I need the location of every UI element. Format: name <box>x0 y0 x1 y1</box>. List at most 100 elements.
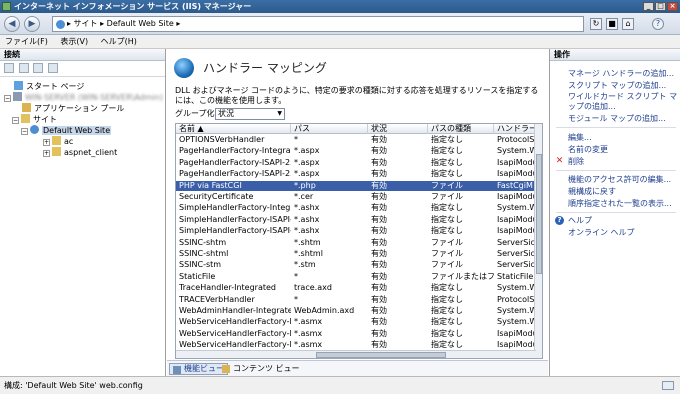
collapse-icon[interactable]: − <box>4 95 11 102</box>
action-revert-parent[interactable]: 親構成に戻す <box>568 187 616 197</box>
cell-name: OPTIONSVerbHandler <box>179 135 265 144</box>
cell-handler: System.W <box>497 203 537 213</box>
menu-help[interactable]: ヘルプ(H) <box>96 35 142 49</box>
action-view-ordered-list[interactable]: 順序指定された一覧の表示... <box>568 199 672 209</box>
action-edit-permissions[interactable]: 機能のアクセス許可の編集... <box>568 175 671 185</box>
action-add-managed-handler[interactable]: マネージ ハンドラーの追加... <box>568 69 674 79</box>
action-add-script-map[interactable]: スクリプト マップの追加... <box>568 81 666 91</box>
stop-icon[interactable]: ■ <box>606 18 618 30</box>
menu-file[interactable]: ファイル(F) <box>0 35 53 49</box>
cell-handler: IsapiModu <box>497 328 537 338</box>
refresh-icon[interactable]: ↻ <box>590 18 602 30</box>
table-row[interactable]: WebServiceHandlerFactory-ISA...*.asmx 有効 指… <box>176 340 537 350</box>
table-row[interactable]: WebServiceHandlerFactory-ISA...*.asmx 有効 指… <box>176 328 537 339</box>
minimize-button[interactable]: _ <box>643 2 654 11</box>
cell-path-type: 指定なし <box>431 294 463 304</box>
action-add-wildcard-map[interactable]: ワイルドカード スクリプト マップの追加... <box>568 92 678 112</box>
cell-name: TraceHandler-Integrated <box>179 283 276 293</box>
cell-name: WebServiceHandlerFactory-ISA... <box>179 328 291 338</box>
col-handler[interactable]: ハンドラー <box>494 124 536 134</box>
table-row[interactable]: SimpleHandlerFactory-Integrated*.ashx 有効 指… <box>176 203 537 213</box>
breadcrumb[interactable]: ▸ サイト ▸ Default Web Site ▸ <box>52 16 584 32</box>
tree-sites[interactable]: − サイト <box>12 114 57 125</box>
save-icon[interactable] <box>18 63 29 73</box>
cell-path-type: 指定なし <box>431 283 463 293</box>
cell-state: 有効 <box>371 157 387 167</box>
table-row[interactable]: PageHandlerFactory-ISAPI-2.0-...*.aspx 有効… <box>176 169 537 179</box>
cell-name: WebServiceHandlerFactory-Inte... <box>179 317 291 327</box>
col-path-type[interactable]: パスの種類 <box>428 124 494 134</box>
tree-app-pools[interactable]: アプリケーション プール <box>22 103 124 114</box>
vertical-scrollbar[interactable] <box>534 124 542 358</box>
table-row[interactable]: SSINC-shtml *.shtml 有効 ファイル ServerSic <box>176 249 536 259</box>
table-row[interactable]: SimpleHandlerFactory-ISAPI-2.0*.ashx 有効 指定… <box>176 214 537 225</box>
forward-button[interactable]: ▶ <box>24 16 40 32</box>
app-pool-icon <box>22 103 31 112</box>
horizontal-scrollbar[interactable] <box>176 350 536 358</box>
help-icon[interactable]: ? <box>652 18 664 30</box>
menu-view[interactable]: 表示(V) <box>55 35 93 49</box>
connections-pane: 接続 スタート ページ − WIN-SERVER (WIN-SERVER\Admi… <box>0 49 166 376</box>
action-edit[interactable]: 編集... <box>568 133 592 143</box>
group-by-select[interactable]: 状況 <box>215 108 285 120</box>
table-row[interactable]: SSINC-stm *.stm 有効 ファイル ServerSic <box>176 260 536 270</box>
table-row[interactable]: WebAdminHandler-Integrated WebAdmin.axd 有効… <box>176 306 537 316</box>
expand-icon[interactable]: + <box>43 139 50 146</box>
action-add-module-map[interactable]: モジュール マップの追加... <box>568 114 666 124</box>
tree-server[interactable]: − WIN-SERVER (WIN-SERVER\Admin) <box>4 92 163 103</box>
table-row[interactable]: SecurityCertificate *.cer 有効 ファイル IsapiModu <box>176 192 537 202</box>
cell-state: 有効 <box>371 340 387 350</box>
cell-name: PageHandlerFactory-Integrated <box>179 146 291 156</box>
cell-name: SSINC-stm <box>179 260 222 270</box>
table-row[interactable]: PageHandlerFactory-Integrated*.aspx 有効 指定な… <box>176 146 537 156</box>
tree-start-page[interactable]: スタート ページ <box>14 81 84 92</box>
close-button[interactable]: × <box>667 2 678 11</box>
cell-state: 有効 <box>371 192 387 201</box>
table-row[interactable]: PHP via FastCGI *.php 有効 ファイル FastCgiM <box>176 180 536 191</box>
collapse-icon[interactable]: − <box>12 117 19 124</box>
cell-state: 有効 <box>371 271 387 281</box>
folder-icon <box>52 147 61 156</box>
col-state[interactable]: 状況 <box>368 124 428 134</box>
action-rename[interactable]: 名前の変更 <box>568 145 608 155</box>
cell-path: * <box>294 271 298 281</box>
table-row[interactable]: OPTIONSVerbHandler * 有効 指定なし ProtocolS <box>176 135 536 145</box>
back-button[interactable]: ◀ <box>4 16 20 32</box>
table-row[interactable]: PageHandlerFactory-ISAPI-2.0 *.aspx 有効 指定なし… <box>176 157 537 168</box>
cell-path-type: 指定なし <box>431 169 463 179</box>
action-online-help[interactable]: オンライン ヘルプ <box>568 228 635 238</box>
cell-path-type: 指定なし <box>431 214 463 224</box>
cell-path: *.shtml <box>294 249 323 258</box>
up-icon[interactable] <box>33 63 44 73</box>
cell-path: WebAdmin.axd <box>294 306 355 315</box>
collapse-icon[interactable]: − <box>21 128 28 135</box>
tree-child-aspnet[interactable]: + aspnet_client <box>43 147 117 158</box>
col-name[interactable]: 名前 ▲ <box>176 124 291 134</box>
table-row[interactable]: TRACEVerbHandler * 有効 指定なし ProtocolS <box>176 295 536 305</box>
action-help[interactable]: ヘルプ <box>568 216 592 226</box>
disconnect-icon[interactable] <box>47 63 58 73</box>
table-row[interactable]: StaticFile*有効ファイルまたはフォ...StaticFile <box>176 272 536 282</box>
tree-default-site[interactable]: − Default Web Site <box>21 125 112 136</box>
cell-path-type: 指定なし <box>431 146 463 156</box>
table-row[interactable]: SimpleHandlerFactory-ISAPI-2.0...*.ashx 有… <box>176 226 537 236</box>
scroll-thumb[interactable] <box>536 154 542 274</box>
home-icon[interactable]: ⌂ <box>622 18 634 30</box>
tree-child-ac[interactable]: + ac <box>43 136 73 147</box>
col-path[interactable]: パス <box>291 124 368 134</box>
maximize-button[interactable]: □ <box>655 2 666 11</box>
table-row[interactable]: WebServiceHandlerFactory-Inte...*.asmx 有効… <box>176 317 537 327</box>
cell-name: StaticFile <box>179 271 216 281</box>
tab-content-view[interactable]: コンテンツ ビュー <box>219 363 303 375</box>
sites-folder-icon <box>21 114 30 123</box>
table-row[interactable]: TraceHandler-Integrated trace.axd 有効 指定なし Sy… <box>176 283 537 293</box>
page-description: DLL およびマネージ コードのように、特定の要求の種類に対する応答を処理するリ… <box>175 86 539 105</box>
connect-icon[interactable] <box>4 63 14 73</box>
iis-app-icon <box>2 2 11 11</box>
table-row[interactable]: SSINC-shtm *.shtm 有効 ファイル ServerSic <box>176 238 536 248</box>
action-delete[interactable]: 削除 <box>568 157 584 167</box>
cell-state: 有効 <box>371 306 387 315</box>
scroll-thumb[interactable] <box>316 352 446 358</box>
expand-icon[interactable]: + <box>43 150 50 157</box>
cell-name: SimpleHandlerFactory-ISAPI-2.0... <box>179 226 291 236</box>
